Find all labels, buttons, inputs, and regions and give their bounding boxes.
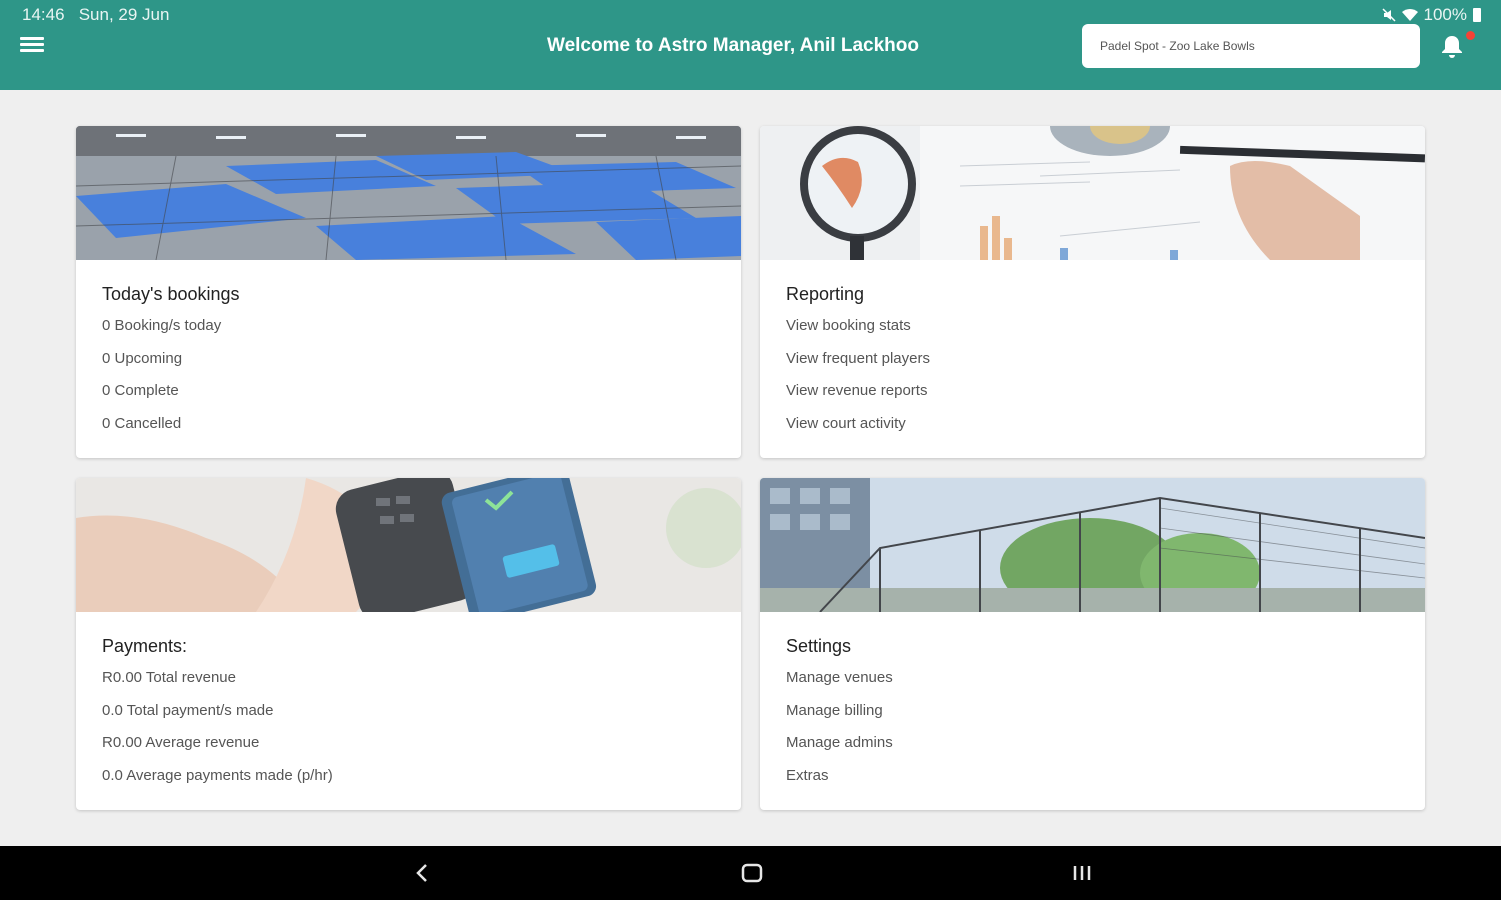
card-content: Payments: R0.00 Total revenue 0.0 Total … (102, 636, 333, 798)
card-payments[interactable]: Payments: R0.00 Total revenue 0.0 Total … (76, 478, 741, 810)
card-line-complete: 0 Complete (102, 382, 179, 399)
wifi-icon (1401, 9, 1418, 21)
card-title: Payments: (102, 636, 188, 656)
card-line-booking-stats[interactable]: View booking stats (786, 316, 930, 349)
card-image-courts (76, 126, 741, 260)
status-bar-left: 14:46 Sun, 29 Jun (22, 5, 169, 25)
card-content: Settings Manage venues Manage billing Ma… (786, 636, 893, 798)
card-line-extras[interactable]: Extras (786, 766, 893, 799)
card-line-cancelled: 0 Cancelled (102, 414, 182, 432)
venue-selector[interactable]: Padel Spot - Zoo Lake Bowls (1082, 24, 1420, 68)
card-title: Settings (786, 636, 852, 656)
status-time: 14:46 (22, 5, 65, 24)
card-image-payments (76, 478, 741, 612)
card-line-manage-venues[interactable]: Manage venues (786, 668, 893, 701)
menu-icon[interactable] (20, 36, 44, 54)
card-title: Today's bookings (102, 284, 240, 304)
card-line-upcoming: 0 Upcoming (102, 349, 183, 367)
card-content: Today's bookings 0 Booking/s today 0 Upc… (102, 284, 240, 446)
card-line-average-revenue: R0.00 Average revenue (102, 734, 260, 751)
card-line-frequent-players[interactable]: View frequent players (786, 349, 930, 382)
card-image-padel-court (760, 478, 1425, 612)
card-todays-bookings[interactable]: Today's bookings 0 Booking/s today 0 Upc… (76, 126, 741, 458)
recents-icon[interactable] (1067, 860, 1097, 886)
home-icon[interactable] (737, 860, 767, 886)
card-line-bookings-today: 0 Booking/s today (102, 317, 222, 334)
notification-badge (1466, 31, 1475, 40)
battery-percent: 100% (1423, 5, 1467, 24)
page-title: Welcome to Astro Manager, Anil Lackhoo (547, 35, 919, 56)
card-content: Reporting View booking stats View freque… (786, 284, 930, 446)
back-icon[interactable] (407, 860, 437, 886)
card-line-total-revenue: R0.00 Total revenue (102, 669, 236, 686)
bell-icon[interactable] (1440, 34, 1464, 60)
card-line-revenue-reports[interactable]: View revenue reports (786, 381, 930, 414)
card-reporting[interactable]: Reporting View booking stats View freque… (760, 126, 1425, 458)
app-bar: 14:46 Sun, 29 Jun 100% Welcome to Astro … (0, 0, 1501, 90)
status-date: Sun, 29 Jun (78, 5, 170, 24)
card-image-reports (760, 126, 1425, 260)
card-line-average-payments: 0.0 Average payments made (p/hr) (102, 766, 333, 784)
card-title: Reporting (786, 284, 865, 304)
card-line-manage-admins[interactable]: Manage admins (786, 733, 893, 766)
system-nav-bar (0, 846, 1501, 900)
status-bar-right: 100% (1381, 5, 1481, 25)
card-settings[interactable]: Settings Manage venues Manage billing Ma… (760, 478, 1425, 810)
card-line-court-activity[interactable]: View court activity (786, 414, 930, 447)
card-line-total-payments: 0.0 Total payment/s made (102, 701, 274, 719)
battery-icon (1473, 8, 1481, 22)
card-line-manage-billing[interactable]: Manage billing (786, 701, 893, 734)
mute-icon (1381, 8, 1396, 22)
